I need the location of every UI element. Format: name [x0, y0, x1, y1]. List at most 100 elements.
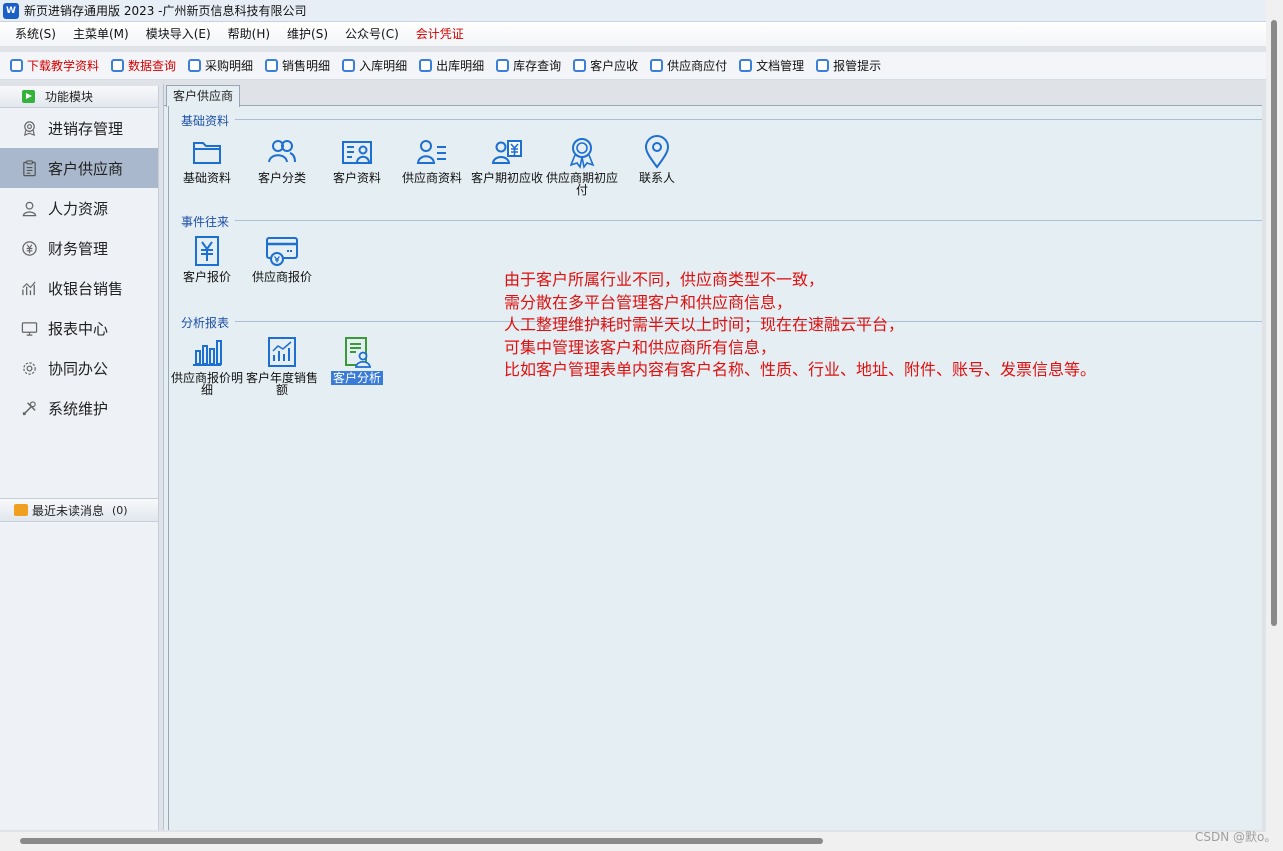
sidebar-item-inventory[interactable]: 进销存管理: [0, 108, 158, 148]
person-icon: [20, 199, 38, 217]
toolbar-purchase-detail[interactable]: 采购明细: [188, 57, 253, 74]
toolbar-customer-receivable[interactable]: 客户应收: [573, 57, 638, 74]
tile-customer-profile[interactable]: 客户资料: [321, 135, 393, 184]
horizontal-scrollbar[interactable]: [0, 832, 1266, 851]
module-content: 基础资料 基础资料 客户分类 客户资料 供应商资料 客户期初应收 供应商期初应付: [168, 106, 1262, 830]
contact-card-icon: [342, 141, 372, 164]
tab-strip: 客户供应商: [164, 84, 1262, 107]
annotation-line: 可集中管理该客户和供应商所有信息，: [504, 337, 777, 357]
users-icon: [268, 140, 296, 163]
menu-help[interactable]: 帮助(H): [221, 22, 277, 46]
toolbar-data-query[interactable]: 数据查询: [111, 57, 176, 74]
tile-customer-category[interactable]: 客户分类: [246, 135, 318, 184]
sidebar-item-customer-supplier[interactable]: 客户供应商: [0, 148, 158, 188]
unread-messages-panel[interactable]: 最近未读消息 (0): [0, 498, 158, 522]
toolbar-document-management[interactable]: 文档管理: [739, 57, 804, 74]
sidebar-item-system-maintenance[interactable]: 系统维护: [0, 388, 158, 428]
tile-supplier-opening-payable[interactable]: 供应商期初应付: [546, 135, 618, 196]
report-user-icon: [345, 337, 372, 368]
toolbar-label: 下载教学资料: [27, 59, 100, 73]
vertical-scrollbar[interactable]: [1266, 0, 1283, 851]
toolbar-alert-prompt[interactable]: 报管提示: [816, 57, 881, 74]
play-icon: [22, 90, 35, 103]
toolbar-label: 销售明细: [282, 59, 331, 73]
tile-customer-quote[interactable]: 客户报价: [171, 234, 243, 283]
toolbar-label: 供应商应付: [667, 59, 728, 73]
menu-accounting-voucher[interactable]: 会计凭证: [409, 22, 471, 46]
menu-main[interactable]: 主菜单(M): [66, 22, 136, 46]
menu-bar: 系统(S) 主菜单(M) 模块导入(E) 帮助(H) 维护(S) 公众号(C) …: [0, 22, 1268, 46]
title-bar: W 新页进销存通用版 2023 -广州新页信息科技有限公司: [0, 0, 1268, 22]
toolbar-inbound-detail[interactable]: 入库明细: [342, 57, 407, 74]
checkbox-icon: [111, 59, 125, 72]
horizontal-scroll-thumb[interactable]: [20, 838, 823, 844]
tile-basic-data[interactable]: 基础资料: [171, 135, 243, 184]
menu-system[interactable]: 系统(S): [8, 22, 63, 46]
toolbar-download-materials[interactable]: 下载教学资料: [10, 57, 99, 74]
folder-icon: [193, 142, 221, 164]
checkbox-icon: [188, 59, 202, 72]
unread-messages-count: (0): [112, 503, 128, 517]
medal-icon: [20, 119, 38, 137]
toolbar-sales-detail[interactable]: 销售明细: [265, 57, 330, 74]
tools-icon: [20, 399, 38, 417]
tile-label: 供应商报价: [251, 270, 312, 284]
tile-contact-person[interactable]: 联系人: [621, 135, 693, 184]
tile-label: 客户资料: [332, 171, 381, 185]
toolbar-supplier-payable[interactable]: 供应商应付: [650, 57, 727, 74]
menu-official-account[interactable]: 公众号(C): [338, 22, 406, 46]
sidebar-item-reports[interactable]: 报表中心: [0, 308, 158, 348]
checkbox-icon: [573, 59, 587, 72]
annotation-line: 人工整理维护耗时需半天以上时间；现在在速融云平台，: [504, 315, 905, 335]
bar-chart-icon: [193, 340, 222, 366]
line-chart-icon: [268, 337, 296, 367]
menu-maintenance[interactable]: 维护(S): [280, 22, 335, 46]
sidebar-item-collaboration[interactable]: 协同办公: [0, 348, 158, 388]
supplier-list-icon: [416, 140, 446, 164]
sidebar-item-hr[interactable]: 人力资源: [0, 188, 158, 228]
section-title-analysis-reports: 分析报表: [181, 316, 230, 330]
monitor-icon: [20, 319, 38, 337]
toolbar-label: 出库明细: [436, 59, 485, 73]
tile-customer-opening-receivable[interactable]: 客户期初应收: [471, 135, 543, 184]
tile-label: 联系人: [638, 171, 675, 185]
sidebar-item-label: 客户供应商: [48, 159, 124, 178]
annotation-line: 需分散在多平台管理客户和供应商信息，: [504, 292, 793, 312]
receivable-icon: [491, 140, 522, 164]
sidebar-header[interactable]: 功能模块: [0, 86, 158, 108]
unread-messages-label: 最近未读消息: [32, 503, 105, 518]
tile-supplier-quote[interactable]: 供应商报价: [246, 234, 318, 283]
section-divider: [235, 119, 1262, 120]
yen-doc-icon: [195, 236, 219, 266]
tile-label: 供应商期初应付: [546, 171, 619, 197]
toolbar-label: 文档管理: [756, 59, 805, 73]
checkbox-icon: [342, 59, 356, 72]
tile-label: 客户年度销售额: [246, 371, 319, 397]
tile-label: 供应商报价明细: [171, 371, 244, 397]
sidebar-item-label: 财务管理: [48, 239, 109, 258]
tile-customer-annual-sales[interactable]: 客户年度销售额: [246, 335, 318, 396]
toolbar-label: 库存查询: [513, 59, 562, 73]
toolbar-label: 数据查询: [128, 59, 177, 73]
trend-icon: [20, 279, 38, 297]
main-panel: 客户供应商 基础资料 基础资料 客户分类 客户资料 供应商资料 客户期初应收 供…: [163, 84, 1262, 830]
tile-supplier-quote-detail[interactable]: 供应商报价明细: [171, 335, 243, 396]
tile-label: 客户分析: [330, 371, 383, 385]
checkbox-icon: [739, 59, 753, 72]
toolbar-label: 客户应收: [590, 59, 639, 73]
tab-customer-supplier[interactable]: 客户供应商: [166, 85, 241, 107]
annotation-line: 比如客户管理表单内容有客户名称、性质、行业、地址、附件、账号、发票信息等。: [504, 360, 1097, 380]
tile-label: 客户期初应收: [471, 171, 544, 185]
toolbar-outbound-detail[interactable]: 出库明细: [419, 57, 484, 74]
sidebar-item-cashier[interactable]: 收银台销售: [0, 268, 158, 308]
quick-toolbar: 下载教学资料 数据查询 采购明细 销售明细 入库明细 出库明细 库存查询 客户应…: [0, 52, 1268, 80]
app-logo-icon: W: [3, 2, 19, 19]
section-divider: [235, 220, 1262, 221]
tile-label: 客户报价: [182, 270, 231, 284]
tile-customer-analysis[interactable]: 客户分析: [321, 335, 393, 385]
vertical-scroll-thumb[interactable]: [1271, 20, 1277, 626]
menu-module-import[interactable]: 模块导入(E): [139, 22, 218, 46]
tile-supplier-profile[interactable]: 供应商资料: [396, 135, 468, 184]
toolbar-stock-query[interactable]: 库存查询: [496, 57, 561, 74]
sidebar-item-finance[interactable]: 财务管理: [0, 228, 158, 268]
